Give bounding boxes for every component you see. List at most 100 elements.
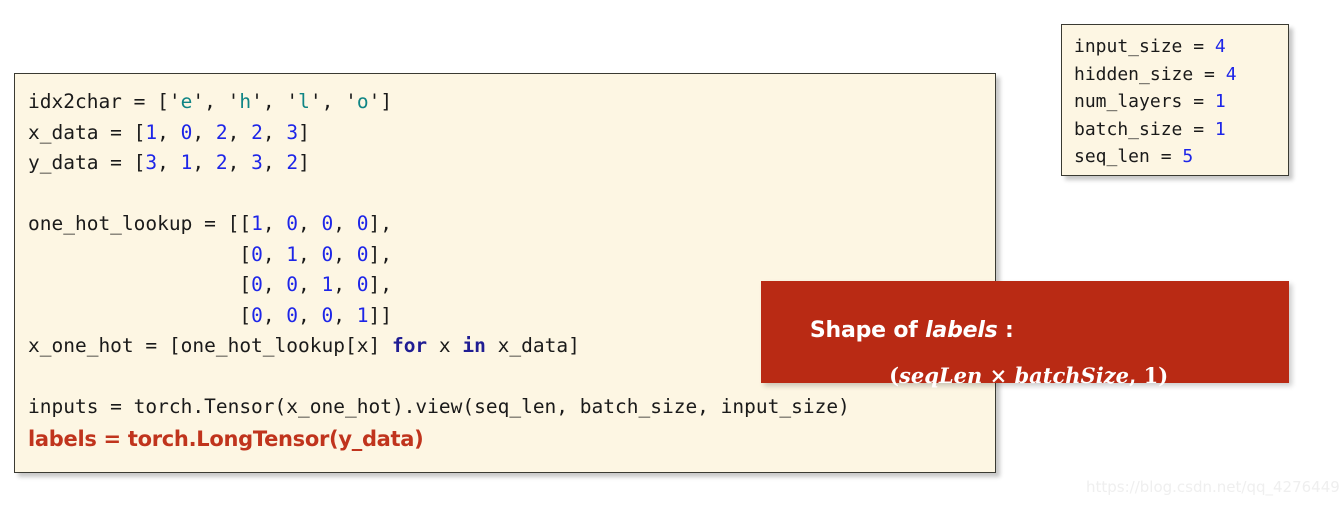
- code-token: 1: [1214, 118, 1226, 140]
- code-token: [: [28, 303, 252, 327]
- code-token: ,: [157, 151, 181, 174]
- code-token: ,: [262, 303, 287, 327]
- code-token: 4: [1225, 63, 1237, 85]
- code-token: 0: [251, 273, 263, 296]
- formula-batch-size: batchSize: [1014, 363, 1129, 388]
- code-token: 0: [321, 242, 334, 266]
- code-token: ,: [227, 120, 252, 144]
- code-token: for: [391, 334, 428, 357]
- code-token: ,: [192, 120, 216, 144]
- code-token: input_size =: [1074, 36, 1215, 57]
- code-token: 4: [1214, 36, 1226, 57]
- hyperparameters-list: input_size = 4 hidden_size = 4 num_layers …: [1074, 33, 1237, 171]
- code-token: x_data]: [485, 334, 580, 357]
- formula-times-symbol: ×: [982, 363, 1015, 388]
- code-line-idx2char: idx2char = ['e', 'h', 'l', 'o']: [28, 87, 850, 118]
- code-token: 0: [286, 273, 299, 296]
- code-token: ]: [298, 120, 310, 144]
- code-line-input_size: input_size = 4: [1074, 33, 1237, 61]
- code-token: 0: [356, 212, 369, 235]
- code-token: 0: [321, 212, 334, 235]
- code-token: ],: [368, 212, 392, 235]
- code-token: inputs = torch.Tensor(x_one_hot).view(se…: [28, 395, 850, 418]
- formula-comma: ,: [1128, 363, 1144, 388]
- code-token: ],: [368, 242, 392, 266]
- hyperparameters-box: input_size = 4 hidden_size = 4 num_layers …: [1061, 24, 1289, 176]
- code-token: ': [345, 90, 357, 113]
- code-token: y_data = [: [28, 151, 146, 174]
- code-token: x_one_hot = [one_hot_lookup[x]: [28, 334, 392, 357]
- code-token: 2: [251, 120, 263, 144]
- code-token: ,: [262, 212, 287, 235]
- code-token: hidden_size =: [1074, 63, 1226, 85]
- code-token: ,: [227, 151, 252, 174]
- code-token: ,: [204, 90, 228, 113]
- watermark-text: https://blog.csdn.net/qq_42764492: [1086, 478, 1340, 496]
- code-token: ': [251, 90, 263, 113]
- code-line-labels-highlighted: labels = torch.LongTensor(y_data): [28, 426, 424, 451]
- code-snippet-box: idx2char = ['e', 'h', 'l', 'o'] x_data = …: [14, 73, 996, 473]
- code-token: ': [368, 90, 381, 113]
- code-token: idx2char = [: [28, 90, 169, 113]
- code-token: 0: [251, 242, 263, 266]
- code-line-x_data: x_data = [1, 0, 2, 2, 3]: [28, 118, 850, 149]
- code-token: ,: [298, 242, 322, 266]
- code-token: h: [239, 90, 252, 113]
- code-token: 2: [215, 120, 228, 144]
- code-token: 2: [286, 151, 299, 174]
- code-token: 0: [356, 242, 369, 266]
- code-token: 0: [180, 120, 193, 144]
- code-token: ,: [333, 242, 357, 266]
- code-token: 3: [251, 151, 263, 174]
- code-line-y_data: y_data = [3, 1, 2, 3, 2]: [28, 148, 850, 179]
- code-token: ,: [298, 212, 322, 235]
- code-token: 3: [286, 120, 299, 144]
- formula-open-paren: (: [889, 363, 900, 388]
- code-token: ,: [262, 90, 287, 113]
- code-token: in: [462, 334, 486, 357]
- code-token: ': [192, 90, 205, 113]
- code-token: 2: [215, 151, 228, 174]
- code-token: ,: [262, 151, 287, 174]
- formula-one: 1: [1143, 363, 1159, 388]
- code-token: 1: [321, 273, 334, 296]
- code-token: ,: [157, 120, 181, 144]
- formula-close-paren: ): [1158, 363, 1169, 388]
- code-token: ,: [262, 120, 287, 144]
- code-line-one_hot_lookup: one_hot_lookup = [[1, 0, 0, 0],: [28, 209, 850, 240]
- code-token: ': [286, 90, 299, 113]
- code-token: ],: [368, 273, 392, 296]
- code-token: ,: [333, 212, 357, 235]
- code-token: ,: [262, 273, 287, 296]
- code-token: ,: [321, 90, 346, 113]
- code-token: ,: [298, 273, 322, 296]
- code-line-num_layers: num_layers = 1: [1074, 88, 1237, 116]
- formula-seq-len: seqLen: [899, 363, 983, 388]
- code-line-inputs: inputs = torch.Tensor(x_one_hot).view(se…: [28, 392, 850, 423]
- code-token: 1: [145, 120, 158, 144]
- code-token: ': [309, 90, 322, 113]
- code-line-x_one_hot: x_one_hot = [one_hot_lookup[x] for x in …: [28, 331, 850, 362]
- code-token: x: [427, 334, 463, 357]
- code-token: l: [298, 90, 310, 113]
- code-token: ]: [298, 151, 310, 174]
- code-token: o: [356, 90, 369, 113]
- code-token: ]]: [368, 303, 392, 327]
- code-token: ,: [262, 242, 287, 266]
- code-token: 1: [180, 151, 193, 174]
- code-token: 1: [356, 303, 369, 327]
- code-token: 1: [1214, 91, 1226, 112]
- code-token: seq_len =: [1074, 146, 1183, 167]
- code-token: ,: [333, 273, 357, 296]
- code-token: ,: [333, 303, 357, 327]
- code-token: ]: [380, 90, 393, 113]
- code-token: 5: [1182, 146, 1194, 167]
- code-token: 0: [356, 273, 369, 296]
- code-token: batch_size =: [1074, 118, 1215, 140]
- code-line-batch_size: batch_size = 1: [1074, 116, 1237, 144]
- code-token: ': [227, 90, 240, 113]
- code-line-one_hot_row4: [0, 0, 0, 1]]: [28, 301, 850, 332]
- code-token: 0: [286, 303, 299, 327]
- code-line-hidden_size: hidden_size = 4: [1074, 61, 1237, 89]
